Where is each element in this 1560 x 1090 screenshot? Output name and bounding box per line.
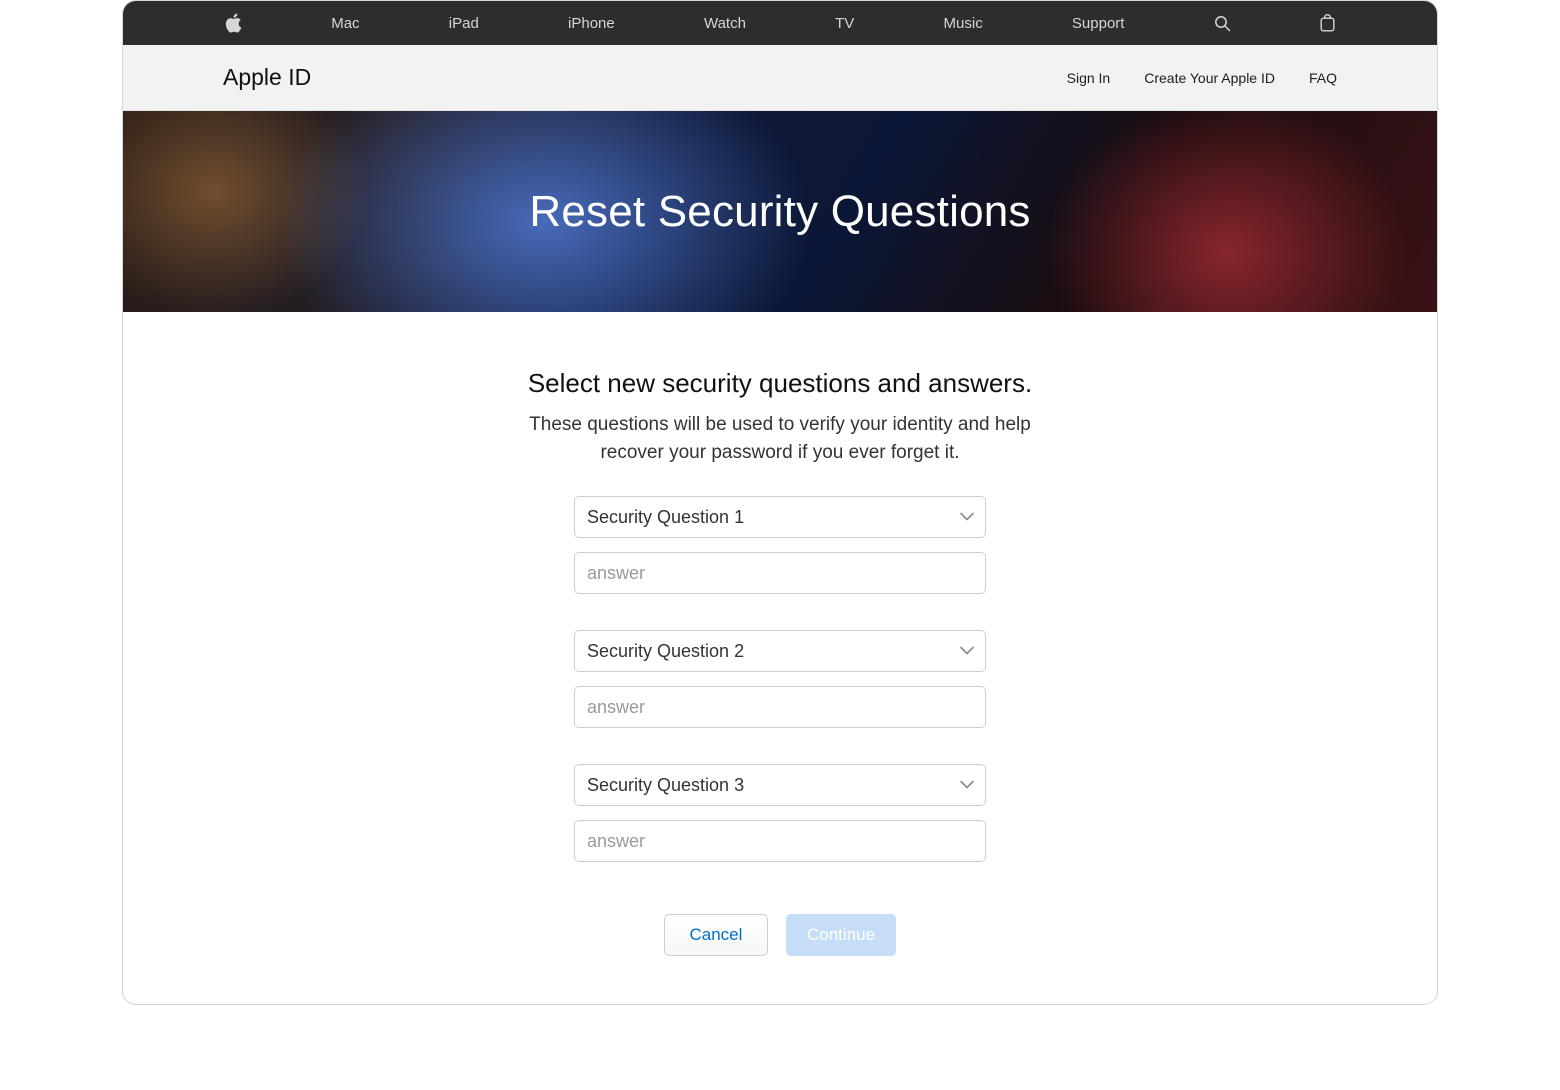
nav-support[interactable]: Support <box>1072 15 1125 32</box>
nav-watch[interactable]: Watch <box>704 15 746 32</box>
security-question-group-3: Security Question 3 <box>574 764 986 862</box>
nav-music[interactable]: Music <box>944 15 983 32</box>
subnav-sign-in[interactable]: Sign In <box>1067 70 1111 86</box>
global-nav: Mac iPad iPhone Watch TV Music Support <box>123 1 1437 45</box>
cancel-button[interactable]: Cancel <box>664 914 768 956</box>
nav-ipad[interactable]: iPad <box>449 15 479 32</box>
security-question-1-select[interactable]: Security Question 1 <box>574 496 986 538</box>
subnav-faq[interactable]: FAQ <box>1309 70 1337 86</box>
page-brand-title: Apple ID <box>223 64 311 91</box>
security-question-3-select[interactable]: Security Question 3 <box>574 764 986 806</box>
search-icon[interactable] <box>1214 15 1231 32</box>
nav-mac[interactable]: Mac <box>331 15 359 32</box>
main-content: Select new security questions and answer… <box>123 312 1437 1004</box>
sub-nav: Apple ID Sign In Create Your Apple ID FA… <box>123 45 1437 111</box>
hero-banner: Reset Security Questions <box>123 111 1437 312</box>
security-answer-1-input[interactable] <box>574 552 986 594</box>
nav-iphone[interactable]: iPhone <box>568 15 615 32</box>
security-question-group-1: Security Question 1 <box>574 496 986 594</box>
nav-tv[interactable]: TV <box>835 15 854 32</box>
continue-button[interactable]: Continue <box>786 914 896 956</box>
apple-logo-icon[interactable] <box>225 13 242 33</box>
page-title: Reset Security Questions <box>529 187 1030 237</box>
security-answer-2-input[interactable] <box>574 686 986 728</box>
security-question-2-select[interactable]: Security Question 2 <box>574 630 986 672</box>
security-question-group-2: Security Question 2 <box>574 630 986 728</box>
subnav-create-apple-id[interactable]: Create Your Apple ID <box>1144 70 1275 86</box>
shopping-bag-icon[interactable] <box>1320 14 1335 32</box>
section-heading: Select new security questions and answer… <box>528 368 1032 399</box>
section-description: These questions will be used to verify y… <box>510 411 1050 466</box>
security-answer-3-input[interactable] <box>574 820 986 862</box>
